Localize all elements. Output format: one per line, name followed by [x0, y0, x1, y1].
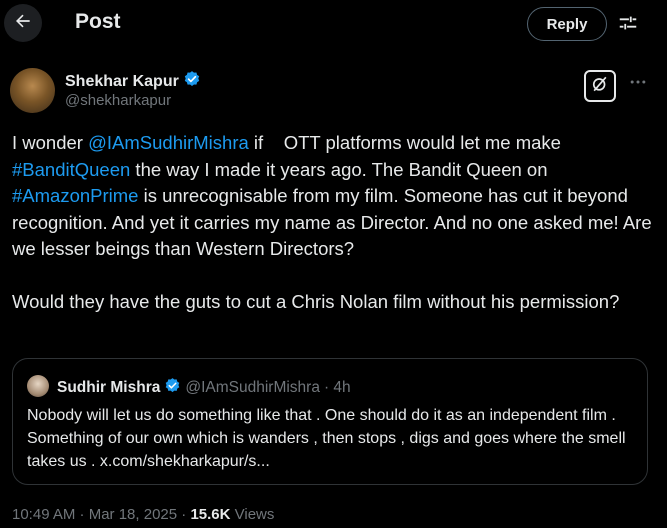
quote-author-avatar[interactable] — [27, 375, 49, 397]
author-avatar[interactable] — [10, 68, 55, 113]
more-horizontal-icon — [628, 76, 648, 96]
post-timestamp[interactable]: 10:49 AM · Mar 18, 2025 · — [12, 506, 190, 523]
reply-button[interactable]: Reply — [527, 7, 607, 41]
quote-header: Sudhir Mishra @IAmSudhirMishra · 4h — [57, 377, 351, 399]
filter-button[interactable] — [615, 12, 641, 38]
back-button[interactable] — [4, 4, 42, 42]
text-segment: if OTT platforms would let me make — [248, 132, 567, 153]
verified-badge-icon — [164, 377, 181, 399]
quote-author-handle[interactable]: @IAmSudhirMishra — [185, 379, 320, 397]
quote-author-name[interactable]: Sudhir Mishra — [57, 379, 160, 397]
arrow-left-icon — [13, 11, 33, 36]
post-meta: 10:49 AM · Mar 18, 2025 · 15.6K Views — [12, 506, 274, 523]
mention-link[interactable]: @IAmSudhirMishra — [88, 132, 249, 153]
grok-icon — [590, 74, 610, 99]
tweet-text: I wonder @IAmSudhirMishra if OTT platfor… — [12, 130, 652, 316]
text-segment: the way I made it years ago. The Bandit … — [130, 158, 548, 180]
quoted-post[interactable]: Sudhir Mishra @IAmSudhirMishra · 4h Nobo… — [12, 358, 648, 485]
hashtag-link[interactable]: #AmazonPrime — [12, 185, 138, 206]
tweet-paragraph-1: I wonder @IAmSudhirMishra if OTT platfor… — [12, 130, 652, 263]
author-handle[interactable]: @shekharkapur — [65, 92, 171, 109]
text-segment: I wonder — [12, 132, 89, 153]
author-name[interactable]: Shekhar Kapur — [65, 73, 179, 91]
page-title: Post — [75, 10, 121, 33]
views-label: Views — [230, 506, 275, 523]
post-header: Post Reply — [0, 0, 667, 50]
tweet-paragraph-2: Would they have the guts to cut a Chris … — [12, 291, 620, 312]
quote-text: Nobody will let us do something like tha… — [27, 407, 626, 470]
sliders-icon — [617, 12, 639, 39]
author-name-row: Shekhar Kapur — [65, 70, 201, 93]
views-count: 15.6K — [190, 506, 231, 523]
more-button[interactable] — [626, 72, 650, 96]
hashtag-link[interactable]: #BanditQueen — [12, 159, 130, 180]
quote-time: · 4h — [323, 379, 351, 396]
verified-badge-icon — [183, 70, 201, 93]
grok-button[interactable] — [584, 70, 616, 102]
